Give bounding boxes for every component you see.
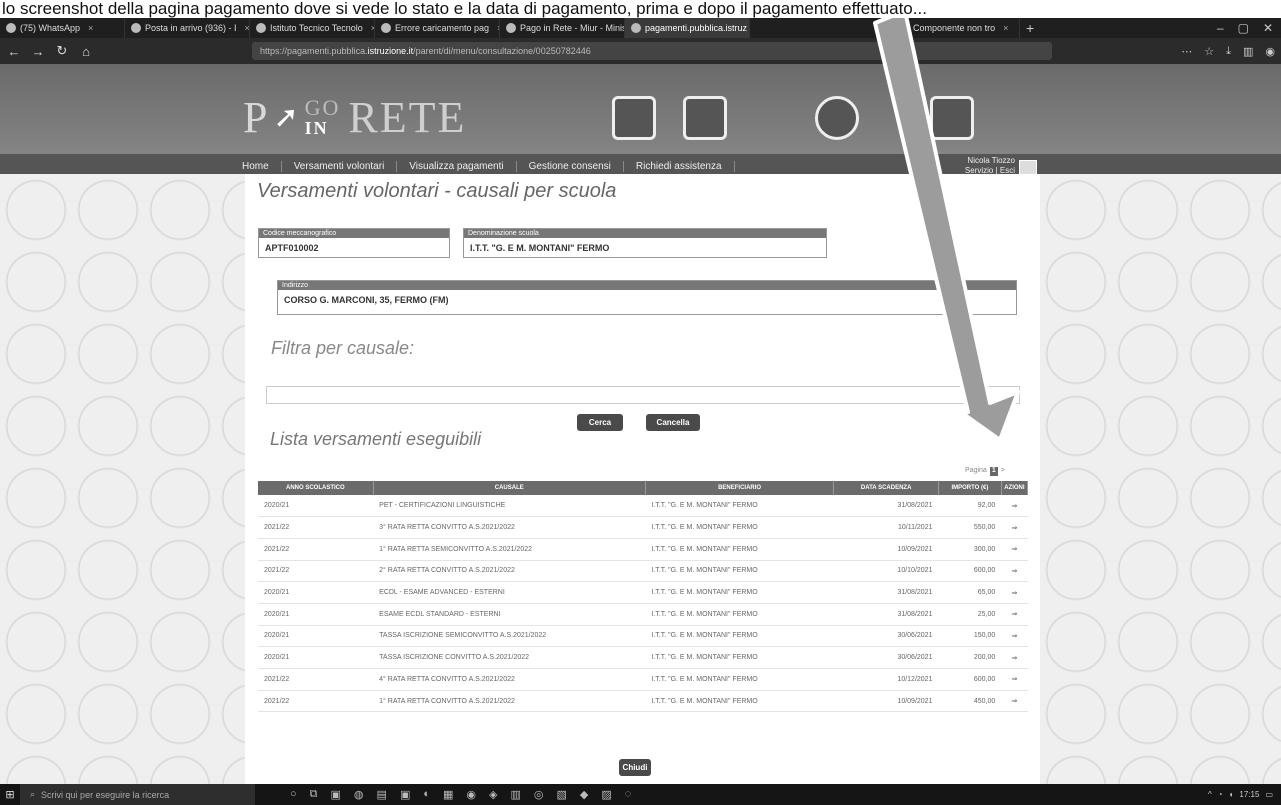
app-icon-4[interactable]: ▣ (400, 788, 410, 801)
wifi-icon[interactable]: ◔ (1218, 790, 1223, 799)
app-icon-13[interactable]: ▨ (601, 788, 611, 801)
app-icon-2[interactable]: ◍ (354, 788, 364, 801)
app-icon-10[interactable]: ◎ (534, 788, 544, 801)
task-view-icon[interactable]: ⧉ (310, 788, 318, 801)
overlay-arrow (873, 18, 1020, 442)
system-tray: ^ ◔ ◖ 17:15 ▭ (1208, 790, 1281, 799)
app-icon-11[interactable]: ▧ (557, 788, 567, 801)
taskbar-search[interactable]: ⌕ Scrivi qui per eseguire la ricerca (20, 784, 255, 805)
arrow-shape (873, 18, 1020, 442)
taskbar-apps: ○ ⧉ ▣ ◍ ▤ ▣ ◐ ▦ ◉ ◈ ▥ ◎ ▧ ◆ ▨ ◌ (290, 788, 631, 801)
app-icon-3[interactable]: ▤ (377, 788, 387, 801)
taskbar-search-placeholder: Scrivi qui per eseguire la ricerca (41, 789, 170, 800)
app-icon-6[interactable]: ▦ (443, 788, 453, 801)
app-icon-12[interactable]: ◆ (580, 788, 588, 801)
app-icon-5[interactable]: ◐ (423, 788, 430, 801)
app-icon-8[interactable]: ◈ (489, 788, 497, 801)
tray-chevron-icon[interactable]: ^ (1208, 790, 1212, 799)
notification-icon[interactable]: ▭ (1265, 790, 1273, 799)
app-icon-7[interactable]: ◉ (466, 788, 476, 801)
app-icon-9[interactable]: ▥ (510, 788, 520, 801)
clock[interactable]: 17:15 (1239, 790, 1259, 799)
screenshot: (75) WhatsApp × Posta in arrivo (936) - I ×… (0, 18, 1281, 805)
caption-text: lo screenshot della pagina pagamento dov… (0, 0, 1281, 20)
volume-icon[interactable]: ◖ (1229, 790, 1234, 799)
windows-start-icon[interactable]: ⊞ (0, 788, 20, 801)
windows-taskbar: ⊞ ⌕ Scrivi qui per eseguire la ricerca ○… (0, 784, 1281, 805)
app-icon-1[interactable]: ▣ (331, 788, 341, 801)
cortana-icon[interactable]: ○ (290, 788, 297, 801)
search-icon: ⌕ (30, 789, 36, 799)
app-icon-14[interactable]: ◌ (625, 788, 632, 801)
